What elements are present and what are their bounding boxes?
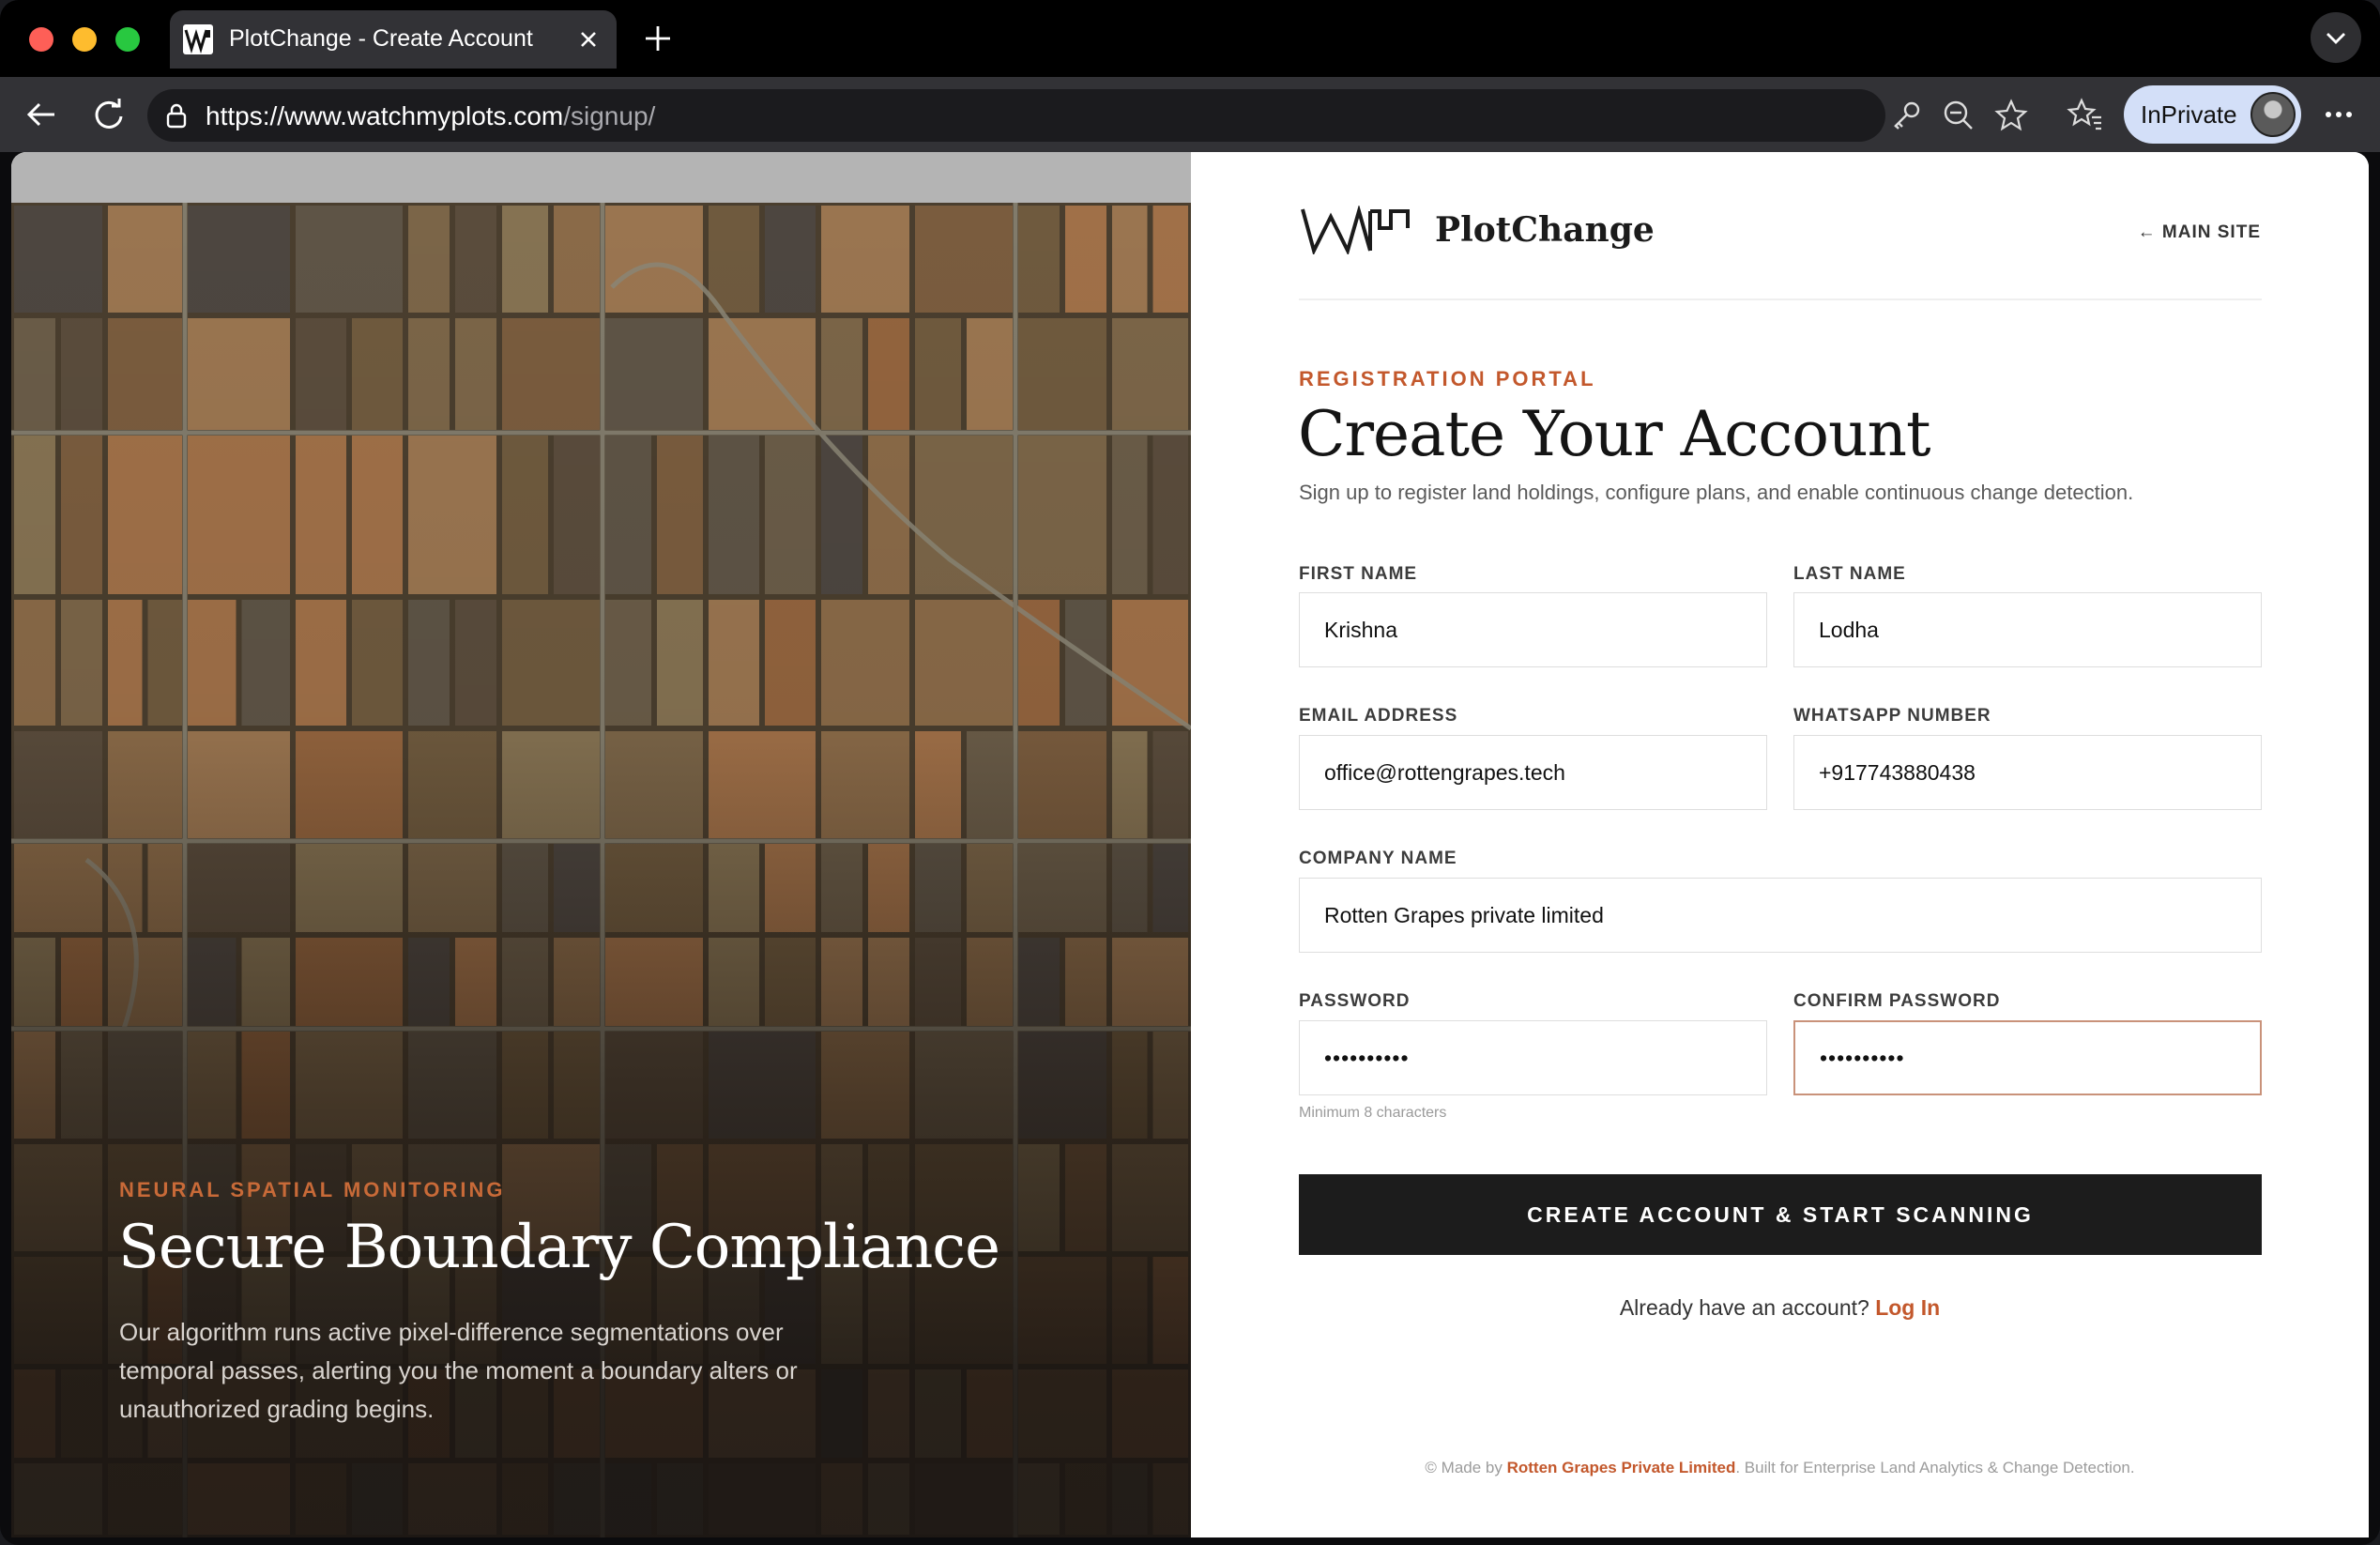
minimize-window-button[interactable]: [72, 27, 97, 52]
tab-title: PlotChange - Create Account: [229, 25, 533, 52]
web-page: NEURAL SPATIAL MONITORING Secure Boundar…: [11, 152, 2369, 1537]
header-divider: [1299, 298, 2262, 300]
lock-icon: [162, 101, 191, 130]
zoom-out-icon[interactable]: [1940, 97, 1977, 134]
footer-company-link[interactable]: Rotten Grapes Private Limited: [1507, 1459, 1736, 1476]
reload-icon[interactable]: [88, 94, 130, 135]
address-bar[interactable]: https://www.watchmyplots.com/signup/: [147, 89, 2028, 142]
confirm-password-field[interactable]: [1793, 1020, 2262, 1095]
email-field[interactable]: [1299, 735, 1767, 810]
login-link[interactable]: Log In: [1875, 1295, 1940, 1320]
footer: © Made by Rotten Grapes Private Limited.…: [1191, 1459, 2369, 1477]
last-name-input[interactable]: [1794, 593, 2261, 666]
create-account-button[interactable]: CREATE ACCOUNT & START SCANNING: [1299, 1174, 2262, 1255]
confirm-password-label: CONFIRM PASSWORD: [1793, 991, 2001, 1011]
first-name-label: FIRST NAME: [1299, 564, 1418, 584]
browser-window: PlotChange - Create Account https://www.…: [0, 0, 2380, 1545]
favorite-star-icon[interactable]: [1992, 97, 2030, 134]
password-hint: Minimum 8 characters: [1299, 1105, 1447, 1121]
main-site-link[interactable]: ← MAIN SITE: [2138, 222, 2261, 243]
hero-panel: NEURAL SPATIAL MONITORING Secure Boundar…: [11, 152, 1191, 1537]
company-label: COMPANY NAME: [1299, 849, 1457, 868]
login-prompt: Already have an account? Log In: [1191, 1295, 2369, 1321]
browser-toolbar: https://www.watchmyplots.com/signup/ InP…: [0, 77, 2380, 152]
favorites-icon[interactable]: [2065, 94, 2106, 135]
whatsapp-label: WHATSAPP NUMBER: [1793, 706, 1991, 726]
more-options-icon[interactable]: [2318, 94, 2359, 135]
wmp-logo-icon: [1301, 204, 1411, 256]
avatar: [2250, 92, 2296, 137]
brand-name: PlotChange: [1435, 210, 1655, 250]
first-name-field[interactable]: [1299, 592, 1767, 667]
company-input[interactable]: [1300, 879, 2261, 952]
whatsapp-input[interactable]: [1794, 736, 2261, 809]
key-icon[interactable]: [1887, 97, 1925, 134]
inprivate-label: InPrivate: [2141, 100, 2237, 129]
tab-active[interactable]: PlotChange - Create Account: [170, 10, 617, 69]
close-window-button[interactable]: [29, 27, 53, 52]
last-name-label: LAST NAME: [1793, 564, 1906, 584]
close-tab-icon[interactable]: [570, 21, 607, 58]
maximize-window-button[interactable]: [115, 27, 140, 52]
password-label: PASSWORD: [1299, 991, 1411, 1011]
tab-bar: PlotChange - Create Account: [0, 0, 2380, 77]
footer-prefix: © Made by: [1425, 1459, 1507, 1476]
email-input[interactable]: [1300, 736, 1766, 809]
email-label: EMAIL ADDRESS: [1299, 706, 1458, 726]
footer-suffix: . Built for Enterprise Land Analytics & …: [1735, 1459, 2135, 1476]
favicon-icon: [183, 24, 213, 54]
tab-menu-chevron-icon[interactable]: [2311, 12, 2361, 63]
company-field[interactable]: [1299, 878, 2262, 953]
hero-title: Secure Boundary Compliance: [118, 1213, 1000, 1282]
confirm-password-input[interactable]: [1795, 1022, 2260, 1094]
last-name-field[interactable]: [1793, 592, 2262, 667]
form-kicker: REGISTRATION PORTAL: [1299, 367, 1596, 390]
first-name-input[interactable]: [1300, 593, 1766, 666]
inprivate-profile-button[interactable]: InPrivate: [2124, 85, 2301, 144]
hero-kicker: NEURAL SPATIAL MONITORING: [119, 1178, 506, 1201]
page-subtitle: Sign up to register land holdings, confi…: [1299, 481, 2134, 504]
url-text: https://www.watchmyplots.com/signup/: [206, 101, 656, 130]
new-tab-icon[interactable]: [638, 19, 678, 58]
back-arrow-icon[interactable]: [21, 94, 62, 135]
password-input[interactable]: [1300, 1021, 1766, 1094]
password-field[interactable]: [1299, 1020, 1767, 1095]
signup-panel: PlotChange ← MAIN SITE REGISTRATION PORT…: [1191, 152, 2369, 1537]
page-title: Create Your Account: [1298, 398, 1930, 470]
hero-description: Our algorithm runs active pixel-differen…: [119, 1318, 798, 1423]
whatsapp-field[interactable]: [1793, 735, 2262, 810]
login-prompt-text: Already have an account?: [1619, 1295, 1869, 1320]
